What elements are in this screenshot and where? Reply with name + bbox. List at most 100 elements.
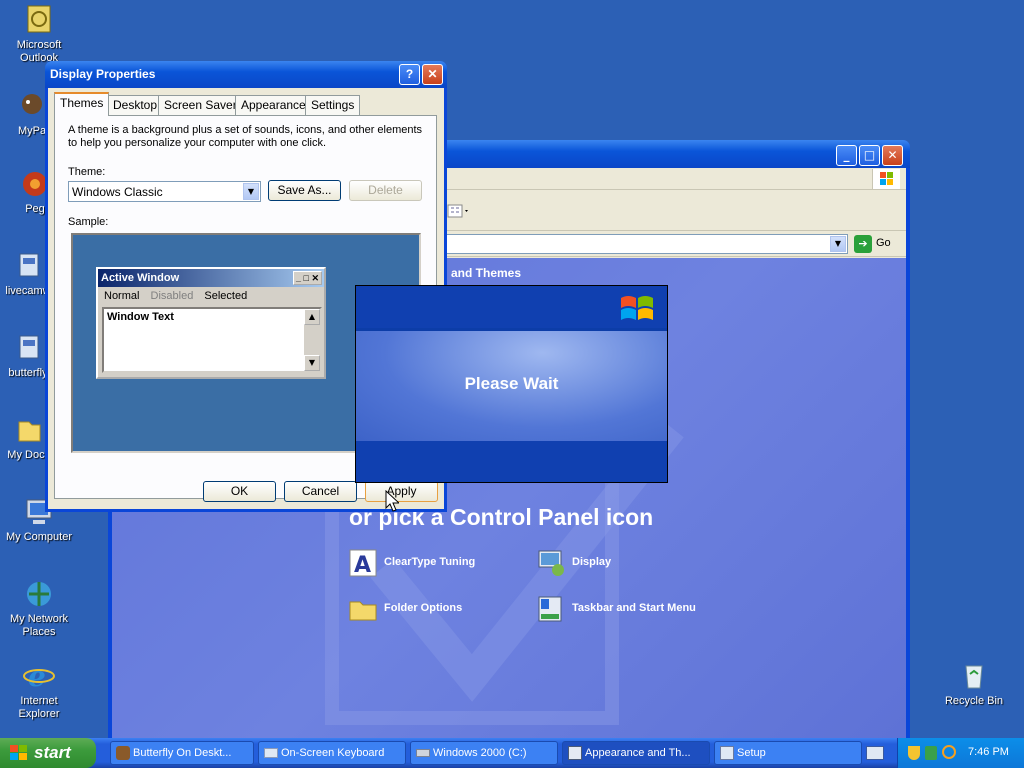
- desktop-icon-label: My Computer: [5, 531, 73, 543]
- please-wait-footer: [356, 441, 667, 482]
- theme-label: Theme:: [68, 166, 106, 178]
- sample-title-text: Active Window: [101, 272, 180, 284]
- tab-appearance[interactable]: Appearance: [235, 95, 312, 115]
- network-icon: [23, 578, 55, 610]
- desktop: Microsoft Outlook MyPa Peg livecamw butt…: [0, 0, 1024, 738]
- svg-text:A: A: [354, 553, 371, 578]
- cleartype-tuning-link[interactable]: A ClearType Tuning: [348, 548, 518, 578]
- livecam-icon: [12, 250, 44, 282]
- mouse-cursor-icon: [385, 490, 399, 512]
- windows-flag-icon: [621, 296, 653, 320]
- sample-menu: Normal Disabled Selected: [98, 287, 324, 305]
- cleartype-icon: A: [349, 549, 377, 578]
- sample-label: Sample:: [68, 216, 109, 228]
- start-windows-logo-icon: [10, 745, 27, 760]
- setup-icon: [720, 746, 734, 760]
- taskbar-item-label: On-Screen Keyboard: [281, 747, 385, 759]
- taskbar-item-drive[interactable]: Windows 2000 (C:): [410, 741, 558, 765]
- taskbar-item-setup[interactable]: Setup: [714, 741, 862, 765]
- taskbar-item-butterfly[interactable]: Butterfly On Deskt...: [110, 741, 254, 765]
- category-title: and Themes: [451, 266, 522, 280]
- folder-options-link[interactable]: Folder Options: [348, 594, 518, 624]
- sample-window-controls-icon: _ □ ✕: [293, 271, 322, 285]
- go-arrow-icon: ➔: [854, 235, 872, 253]
- butterfly-icon: [12, 332, 44, 364]
- go-button[interactable]: ➔ Go: [854, 234, 896, 254]
- cleartype-label: ClearType Tuning: [384, 556, 476, 568]
- folder-options-icon: [349, 601, 377, 621]
- cancel-button[interactable]: Cancel: [284, 481, 357, 502]
- language-bar-icon[interactable]: [866, 746, 884, 760]
- taskbar-item-keyboard[interactable]: On-Screen Keyboard: [258, 741, 406, 765]
- theme-select-value: Windows Classic: [72, 185, 163, 199]
- folder-options-label: Folder Options: [384, 602, 463, 614]
- dialog-titlebar[interactable]: Display Properties ? ✕: [45, 61, 447, 88]
- system-tray: 7:46 PM: [897, 738, 1024, 768]
- taskbar-start-menu-link[interactable]: Taskbar and Start Menu: [536, 594, 736, 624]
- desktop-icon-label: Internet Explorer: [18, 695, 60, 720]
- ok-button[interactable]: OK: [203, 481, 276, 502]
- sample-text-area: Window Text ▲ ▼: [102, 307, 322, 373]
- sample-window: Active Window _ □ ✕ Normal Disabled Sele…: [96, 267, 326, 379]
- taskbar: start Butterfly On Deskt... On-Screen Ke…: [0, 738, 1024, 768]
- appearance-icon: [568, 746, 582, 760]
- theme-description: A theme is a background plus a set of so…: [68, 124, 423, 149]
- tab-screen-saver[interactable]: Screen Saver: [158, 95, 243, 115]
- scroll-down-icon: ▼: [304, 355, 320, 371]
- theme-select[interactable]: Windows Classic ▼: [68, 181, 261, 202]
- windows-logo-icon: [872, 169, 900, 189]
- taskbar-item-label: Setup: [737, 747, 766, 759]
- display-label: Display: [572, 556, 612, 568]
- sample-menu-disabled: Disabled: [150, 290, 194, 302]
- keyboard-icon: [264, 748, 278, 758]
- start-button[interactable]: start: [0, 738, 96, 768]
- chevron-down-icon: ▼: [243, 183, 259, 200]
- views-icon[interactable]: [446, 202, 472, 220]
- sample-window-text: Window Text: [107, 311, 174, 323]
- taskbar-item-label: Appearance and Th...: [585, 747, 691, 759]
- taskbar-icon: [538, 596, 562, 622]
- butterfly-app-icon: [116, 746, 130, 760]
- scroll-up-icon: ▲: [304, 309, 320, 325]
- taskbar-item-appearance[interactable]: Appearance and Th...: [562, 741, 710, 765]
- sample-menu-normal: Normal: [104, 290, 140, 302]
- svg-text:e: e: [28, 660, 46, 692]
- apply-button[interactable]: Apply: [365, 481, 438, 502]
- display-link[interactable]: Display: [536, 548, 706, 578]
- desktop-icon-label: My Network Places: [9, 613, 69, 638]
- mypa-icon: [16, 90, 48, 122]
- sample-scrollbar: ▲ ▼: [304, 309, 320, 371]
- start-label: start: [34, 743, 71, 762]
- go-label: Go: [876, 237, 891, 249]
- close-button[interactable]: ✕: [882, 145, 903, 166]
- tab-themes[interactable]: Themes: [54, 92, 110, 116]
- tab-settings[interactable]: Settings: [305, 95, 361, 115]
- dialog-title: Display Properties: [50, 67, 156, 81]
- my-documents-icon: [13, 414, 45, 446]
- save-as-button[interactable]: Save As...: [268, 180, 341, 201]
- search-tray-icon[interactable]: [942, 745, 956, 759]
- delete-button[interactable]: Delete: [349, 180, 422, 201]
- network-tray-icon[interactable]: [925, 746, 937, 760]
- tab-desktop[interactable]: Desktop: [107, 95, 164, 115]
- please-wait-header: [356, 286, 667, 328]
- address-dropdown-arrow-icon[interactable]: ▼: [830, 236, 846, 252]
- desktop-icon-outlook[interactable]: Microsoft Outlook: [0, 4, 79, 65]
- taskbar-item-label: Butterfly On Deskt...: [133, 747, 232, 759]
- desktop-icon-ie[interactable]: e Internet Explorer: [0, 660, 79, 721]
- please-wait-dialog: Please Wait: [355, 285, 668, 483]
- desktop-icon-recycle-bin[interactable]: Recycle Bin: [934, 660, 1014, 708]
- help-button[interactable]: ?: [399, 64, 420, 85]
- taskbar-item-label: Windows 2000 (C:): [433, 747, 527, 759]
- maximize-button[interactable]: □: [859, 145, 880, 166]
- sample-menu-selected: Selected: [204, 290, 248, 302]
- desktop-icon-network[interactable]: My Network Places: [0, 578, 79, 639]
- clock[interactable]: 7:46 PM: [968, 746, 1009, 758]
- outlook-icon: [23, 4, 55, 36]
- recycle-bin-icon: [958, 660, 990, 692]
- ie-icon: e: [23, 660, 55, 693]
- desktop-icon-label: Recycle Bin: [944, 695, 1004, 707]
- security-shield-icon[interactable]: [908, 746, 920, 760]
- close-button[interactable]: ✕: [422, 64, 443, 85]
- minimize-button[interactable]: _: [836, 145, 857, 166]
